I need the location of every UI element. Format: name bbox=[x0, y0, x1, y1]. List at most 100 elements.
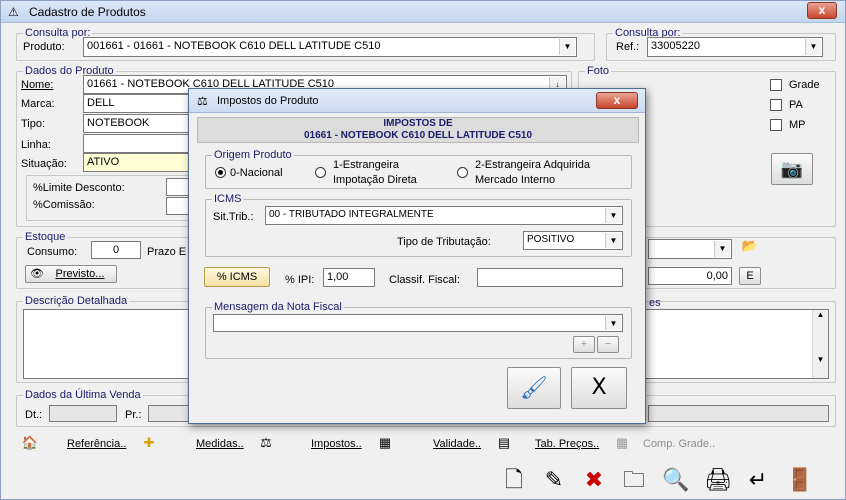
ipi-field[interactable]: 1,00 bbox=[323, 268, 375, 287]
ipi-value: 1,00 bbox=[327, 271, 349, 283]
mensagem-legend: Mensagem da Nota Fiscal bbox=[214, 301, 342, 313]
e-button[interactable]: E bbox=[739, 267, 761, 285]
chevron-down-icon[interactable]: ▼ bbox=[605, 316, 621, 330]
tipo-value: NOTEBOOK bbox=[87, 117, 150, 129]
dialog-title: Impostos do Produto bbox=[217, 95, 319, 107]
close-window-button[interactable]: x bbox=[807, 2, 837, 19]
icms-button[interactable]: % ICMS bbox=[204, 267, 270, 287]
descricao-legend: Descrição Detalhada bbox=[25, 295, 128, 307]
comissao-label: %Comissão: bbox=[33, 199, 95, 211]
classif-fiscal-field[interactable] bbox=[477, 268, 623, 287]
dialog-title-bar: ⚖ Impostos do Produto x bbox=[189, 89, 645, 113]
eye-icon: 👁 bbox=[30, 268, 44, 280]
impostos-button[interactable]: Impostos.. bbox=[311, 438, 362, 450]
estoque-value: 0,00 bbox=[706, 270, 728, 282]
ref-value: 33005220 bbox=[651, 40, 700, 52]
edit-record-icon[interactable]: ✎ bbox=[537, 464, 571, 496]
grade-checkbox[interactable] bbox=[770, 79, 782, 91]
referencia-button[interactable]: Referência.. bbox=[67, 438, 126, 450]
estoque-combobox[interactable]: ▼ bbox=[648, 239, 732, 259]
confirm-button[interactable]: 🖌 bbox=[507, 367, 561, 409]
classif-fiscal-label: Classif. Fiscal: bbox=[389, 274, 460, 286]
reference-icon: 🏠 bbox=[21, 435, 39, 450]
chevron-down-icon[interactable]: ▼ bbox=[559, 39, 575, 55]
mensagem-combobox[interactable]: ▼ bbox=[213, 314, 623, 332]
nome-label: Nome: bbox=[21, 79, 54, 91]
chevron-down-icon[interactable]: ▼ bbox=[605, 208, 621, 223]
new-document-icon[interactable]: 🗋 bbox=[497, 464, 531, 496]
chevron-down-icon[interactable]: ▼ bbox=[605, 233, 621, 248]
camera-icon: 📷 bbox=[780, 159, 804, 179]
measure-icon: ✚ bbox=[143, 435, 155, 450]
confirm-brush-icon: 🖌 bbox=[520, 375, 548, 400]
ultima-venda-extra-field bbox=[648, 405, 829, 422]
descricao-right-legend: es bbox=[649, 297, 661, 309]
cancel-button[interactable]: X bbox=[571, 367, 627, 409]
situacao-value: ATIVO bbox=[87, 156, 120, 168]
comp-grade-button: Comp. Grade.. bbox=[643, 438, 716, 450]
sittrib-value: 00 - TRIBUTADO INTEGRALMENTE bbox=[269, 209, 434, 220]
origem-adquirida-radio[interactable] bbox=[457, 167, 468, 178]
folder-open-icon[interactable]: 📂 bbox=[740, 238, 760, 256]
grade-label: Grade bbox=[789, 79, 820, 91]
mp-checkbox[interactable] bbox=[770, 119, 782, 131]
mp-label: MP bbox=[789, 119, 806, 131]
situacao-field[interactable]: ATIVO bbox=[83, 153, 193, 172]
ultima-venda-legend: Dados da Última Venda bbox=[25, 389, 141, 401]
origem-nacional-label: 0-Nacional bbox=[230, 167, 283, 179]
estoque-value-field[interactable]: 0,00 bbox=[648, 267, 732, 285]
previsto-button[interactable]: 👁 Previsto... bbox=[25, 265, 117, 283]
search-icon[interactable]: 🔍 bbox=[659, 464, 693, 496]
icms-legend: ICMS bbox=[214, 193, 242, 205]
app-icon: ⚠ bbox=[8, 5, 19, 19]
linha-label: Linha: bbox=[21, 139, 51, 151]
return-icon[interactable]: ↵ bbox=[741, 464, 775, 496]
mensagem-add-button[interactable]: + bbox=[573, 336, 595, 353]
folder-icon[interactable]: 🗀 bbox=[617, 464, 651, 496]
pr-label: Pr.: bbox=[125, 409, 142, 421]
ref-label: Ref.: bbox=[616, 41, 640, 53]
produto-combobox[interactable]: 001661 - 01661 - NOTEBOOK C610 DELL LATI… bbox=[83, 37, 577, 57]
window-title: Cadastro de Produtos bbox=[29, 5, 146, 19]
foto-capture-button[interactable]: 📷 bbox=[771, 153, 813, 185]
produto-value: 001661 - 01661 - NOTEBOOK C610 DELL LATI… bbox=[87, 40, 381, 52]
origem-estrangeira-radio[interactable] bbox=[315, 167, 326, 178]
tax-icon: ⚖ bbox=[260, 435, 272, 450]
dialog-close-button[interactable]: x bbox=[596, 92, 638, 109]
prazo-label: Prazo E bbox=[147, 246, 187, 258]
header-line1: IMPOSTOS DE bbox=[383, 118, 453, 129]
tipo-tributacao-label: Tipo de Tributação: bbox=[397, 236, 491, 248]
cancel-label: X bbox=[591, 375, 607, 400]
situacao-label: Situação: bbox=[21, 158, 67, 170]
marca-field[interactable]: DELL bbox=[83, 94, 193, 113]
tipo-tributacao-combobox[interactable]: POSITIVO ▼ bbox=[523, 231, 623, 250]
origem-legend: Origem Produto bbox=[214, 149, 292, 161]
dt-field bbox=[49, 405, 117, 422]
grid-icon: ▦ bbox=[615, 435, 629, 450]
origem-adquirida-line1: 2-Estrangeira Adquirida bbox=[475, 159, 590, 171]
tipo-tributacao-value: POSITIVO bbox=[527, 234, 575, 245]
tipo-label: Tipo: bbox=[21, 118, 46, 130]
tab-precos-button[interactable]: Tab. Preços.. bbox=[535, 438, 599, 450]
print-icon[interactable]: 🖨 bbox=[701, 464, 735, 496]
exit-door-icon[interactable]: 🚪 bbox=[783, 464, 817, 496]
tax-icon: ⚖ bbox=[197, 94, 208, 108]
pa-checkbox[interactable] bbox=[770, 99, 782, 111]
descricao-scrollbar[interactable]: ▲ ▼ bbox=[812, 310, 828, 378]
pr-field bbox=[148, 405, 190, 422]
tipo-field[interactable]: NOTEBOOK bbox=[83, 114, 193, 133]
consumo-value: 0 bbox=[112, 244, 120, 256]
mensagem-remove-button[interactable]: − bbox=[597, 336, 619, 353]
validade-button[interactable]: Validade.. bbox=[433, 438, 481, 450]
medidas-button[interactable]: Medidas.. bbox=[196, 438, 244, 450]
delete-record-icon[interactable]: ✖ bbox=[577, 464, 611, 496]
chevron-down-icon[interactable]: ▼ bbox=[714, 241, 730, 257]
chevron-down-icon[interactable]: ▼ bbox=[805, 39, 821, 55]
linha-field[interactable] bbox=[83, 134, 193, 153]
estoque-legend: Estoque bbox=[25, 231, 66, 243]
sittrib-combobox[interactable]: 00 - TRIBUTADO INTEGRALMENTE ▼ bbox=[265, 206, 623, 225]
origem-nacional-radio[interactable] bbox=[215, 167, 226, 178]
consumo-field[interactable]: 0 bbox=[91, 241, 141, 259]
validity-icon: ▦ bbox=[378, 435, 392, 450]
ref-combobox[interactable]: 33005220 ▼ bbox=[647, 37, 823, 57]
